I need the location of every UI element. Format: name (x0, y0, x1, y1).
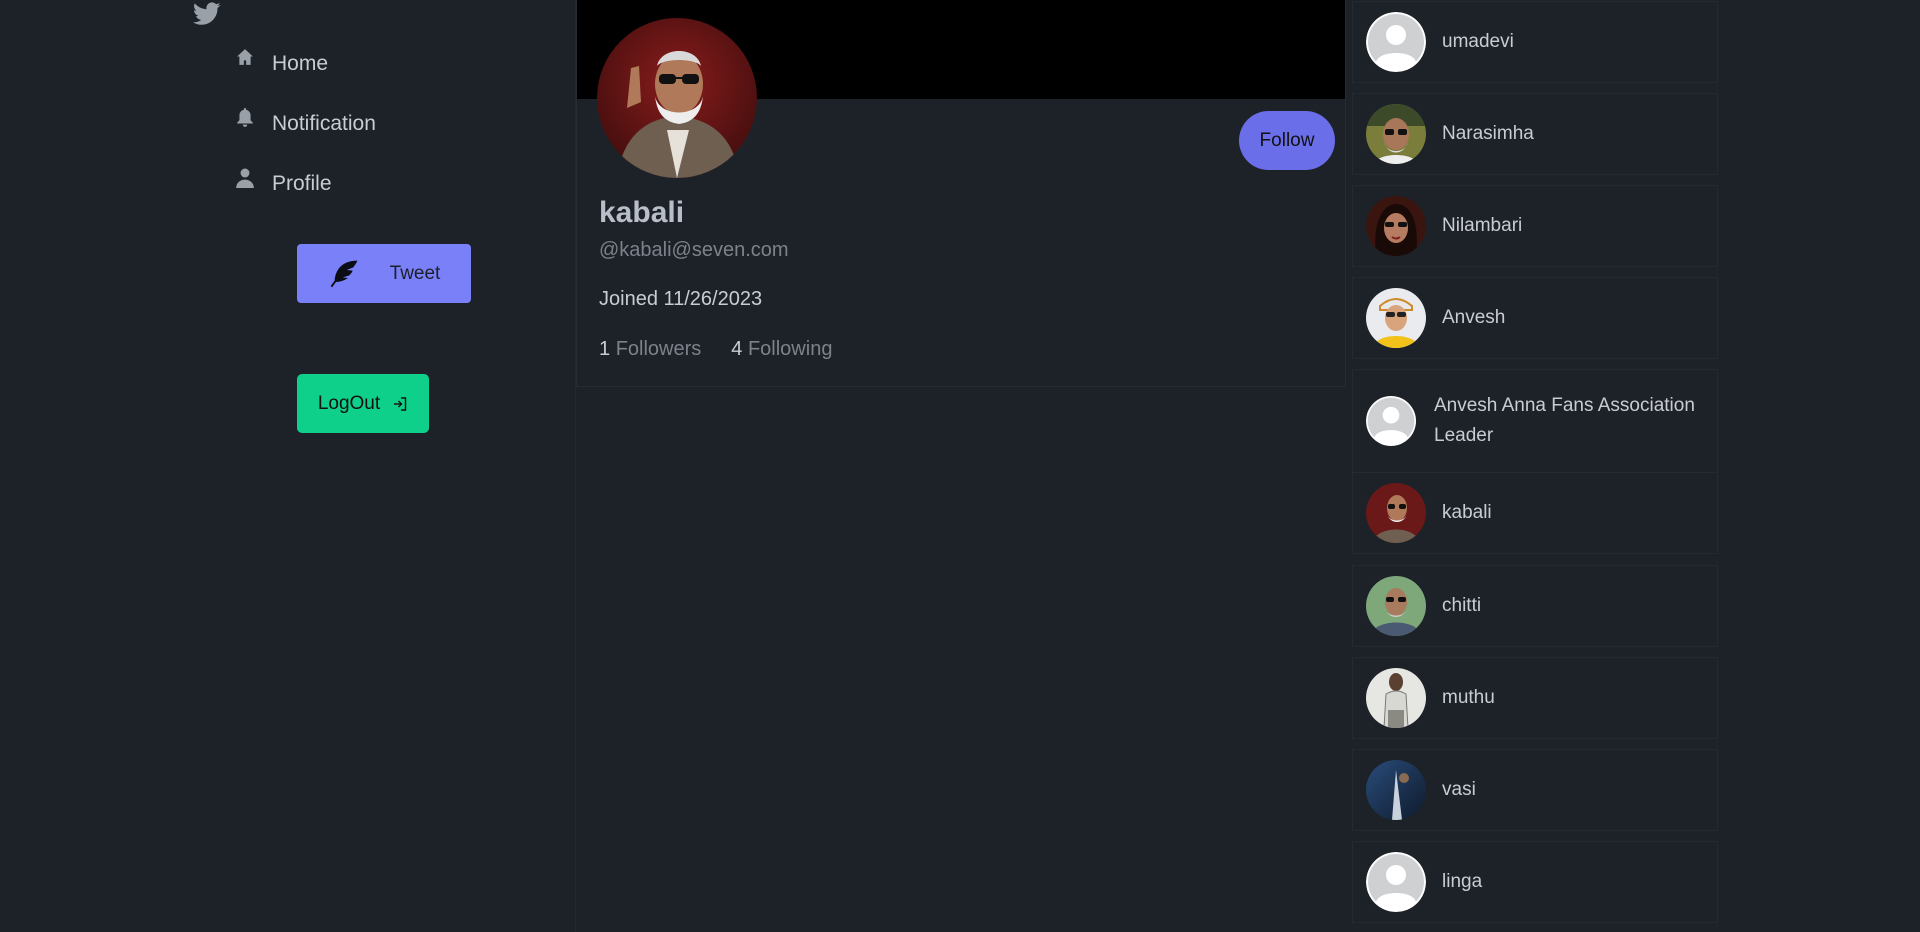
user-name: vasi (1442, 779, 1476, 800)
user-list-item[interactable]: muthu (1352, 657, 1718, 739)
user-avatar (1366, 196, 1426, 256)
user-name: muthu (1442, 687, 1495, 708)
nav-item-profile[interactable]: Profile (236, 168, 332, 199)
nav-item-notification[interactable]: Notification (236, 108, 376, 139)
user-list-item[interactable]: Narasimha (1352, 93, 1718, 175)
user-name: Anvesh Anna Fans Association Leader (1434, 395, 1695, 446)
following-count: 4 (731, 338, 743, 360)
user-list-item[interactable]: vasi (1352, 749, 1718, 831)
home-icon (236, 48, 256, 68)
logout-button-label: LogOut (317, 392, 381, 414)
user-avatar (1366, 288, 1426, 348)
user-list-item[interactable]: Anvesh Anna Fans Association Leader (1352, 369, 1718, 473)
user-name: umadevi (1442, 31, 1514, 52)
profile-stats: 1 Followers 4 Following (599, 338, 832, 361)
following-link[interactable]: 4 Following (731, 338, 832, 361)
nav-label-notification: Notification (272, 112, 376, 135)
user-list-item[interactable]: linga (1352, 841, 1718, 923)
user-avatar (1366, 483, 1426, 543)
main-content: Follow kabali @kabali@seven.com Joined 1… (575, 0, 1346, 932)
left-sidebar: Home Notification Profile Tweet LogOut (0, 0, 576, 932)
user-name: chitti (1442, 595, 1482, 616)
user-list-item[interactable]: kabali (1352, 472, 1718, 554)
user-name: linga (1442, 871, 1483, 892)
followers-link[interactable]: 1 Followers (599, 338, 701, 361)
user-avatar (1366, 576, 1426, 636)
followers-count: 1 (599, 338, 611, 360)
default-avatar-icon (1366, 12, 1426, 72)
logout-button[interactable]: LogOut (297, 374, 429, 433)
user-list-item[interactable]: umadevi (1352, 1, 1718, 83)
user-list-item[interactable]: chitti (1352, 565, 1718, 647)
profile-card: Follow kabali @kabali@seven.com Joined 1… (576, 0, 1346, 387)
user-name: Narasimha (1442, 123, 1534, 144)
feather-icon (328, 258, 360, 290)
twitter-bird-icon[interactable] (193, 2, 221, 28)
person-icon (236, 168, 256, 188)
user-name: Nilambari (1442, 215, 1523, 236)
nav-label-home: Home (272, 52, 329, 75)
user-name: Anvesh (1442, 307, 1506, 328)
user-avatar (1366, 104, 1426, 164)
profile-name: kabali (599, 196, 685, 229)
user-name: kabali (1442, 502, 1492, 523)
profile-avatar (597, 18, 757, 178)
user-list-item[interactable]: Anvesh (1352, 277, 1718, 359)
user-avatar (1366, 760, 1426, 820)
tweet-button-label: Tweet (389, 262, 441, 284)
follow-button[interactable]: Follow (1239, 111, 1335, 170)
default-avatar-icon (1366, 852, 1426, 912)
nav-label-profile: Profile (272, 172, 332, 195)
bell-icon (236, 108, 256, 128)
logout-icon (392, 396, 408, 412)
profile-handle: @kabali@seven.com (599, 239, 789, 261)
following-label: Following (747, 338, 833, 360)
nav-item-home[interactable]: Home (236, 49, 328, 79)
user-avatar (1366, 668, 1426, 728)
default-avatar-icon (1366, 391, 1426, 451)
tweet-button[interactable]: Tweet (297, 244, 471, 303)
followers-label: Followers (615, 338, 702, 360)
profile-joined-date: Joined 11/26/2023 (599, 288, 763, 310)
user-list-item[interactable]: Nilambari (1352, 185, 1718, 267)
